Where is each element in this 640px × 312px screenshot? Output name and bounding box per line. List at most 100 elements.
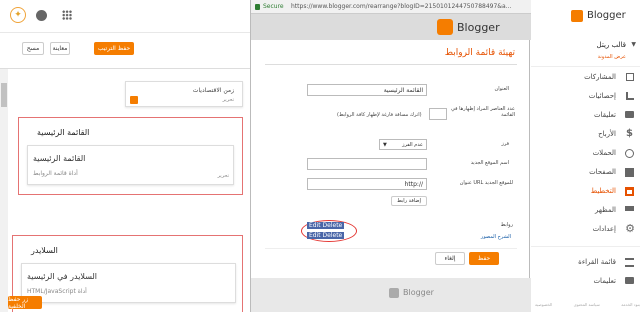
new-site-url-input[interactable]: http:// [307, 178, 427, 190]
sidebar-item-theme[interactable]: المظهر [531, 203, 640, 219]
sidebar-item-layout[interactable]: التخطيط [531, 184, 640, 200]
max-items-input[interactable] [429, 108, 447, 120]
sidebar-item-label: التخطيط [590, 187, 616, 195]
lock-icon [255, 4, 260, 10]
footer-link[interactable]: بنود الخدمة [621, 302, 640, 310]
popup-header: Blogger [251, 14, 531, 40]
gadget-edit-link[interactable]: تحرير [217, 173, 229, 179]
save-background-button[interactable]: زر حفظ الخلفية [8, 296, 42, 310]
sidebar-item-label: المظهر [595, 206, 616, 214]
preview-button[interactable]: معاينة [50, 42, 70, 55]
comments-icon [625, 111, 634, 118]
blog-name[interactable]: قالب ريتل [597, 41, 626, 49]
new-site-name-label: اسم الموقع الجديد [470, 160, 509, 166]
view-blog-link[interactable]: عرض المدونة [598, 54, 626, 60]
links-label: روابط [500, 222, 513, 228]
edit-delete-link-1[interactable]: Edit Delete [307, 222, 345, 229]
stats-gadget[interactable]: زمن الاقتصاديات تحرير [125, 81, 243, 107]
blog-logo-icon[interactable]: ✦ [10, 7, 26, 23]
sidebar-item-settings[interactable]: إعدادات ⚙ [531, 222, 640, 238]
sidebar-item-label: قائمة القراءة [578, 258, 616, 266]
account-circle-icon[interactable] [36, 10, 47, 21]
configure-popup-window: Secure https://www.blogger.com/rearrange… [250, 0, 531, 312]
save-arrangement-button[interactable]: حفظ الترتيب [94, 42, 134, 55]
chevron-down-icon[interactable]: ▼ [631, 41, 636, 48]
sidebar-item-pages[interactable]: الصفحات [531, 165, 640, 181]
sidebar-item-label: تعليمات [593, 277, 616, 285]
sidebar-item-label: الحملات [592, 149, 616, 157]
section-title: السلايدر [31, 246, 58, 255]
main-list-section: القائمة الرئيسية القائمة الرئيسية أداة ق… [18, 117, 243, 195]
popup-save-button[interactable]: حفظ [469, 252, 499, 265]
popup-brand: Blogger [457, 21, 500, 34]
layout-canvas: زمن الاقتصاديات تحرير القائمة الرئيسية ا… [0, 68, 250, 312]
sidebar-item-label: المشاركات [584, 73, 616, 81]
sidebar-footer: الخصوصية سياسة المحتوى بنود الخدمة [535, 302, 640, 310]
campaigns-icon [625, 149, 634, 158]
link-item-label: الشرح المصور [480, 234, 511, 240]
gadget-edit-link[interactable]: تحرير [222, 97, 234, 103]
popup-page-title: تهيئة قائمة الروابط [444, 48, 515, 58]
help-icon [625, 277, 634, 284]
footer-link[interactable]: سياسة المحتوى [574, 302, 600, 310]
new-site-name-input[interactable] [307, 158, 427, 170]
slider-section: السلايدر السلايدر في الرئيسية HTML/JavaS… [12, 235, 243, 312]
earnings-icon: $ [626, 128, 633, 139]
page: ✦ مسح معاينة حفظ الترتيب زمن الاقتصاديات… [0, 0, 640, 312]
sidebar-item-label: إحصائيات [588, 92, 616, 100]
stats-icon [626, 92, 634, 100]
sidebar-brand: Blogger [587, 10, 626, 21]
top-bar: ✦ [0, 0, 250, 33]
sort-value: عدم الفرز [402, 141, 423, 148]
gadget-subtitle: HTML/JavaScript أداة [27, 288, 87, 295]
sidebar-divider [531, 246, 640, 247]
scrollbar[interactable] [0, 69, 8, 312]
sort-select[interactable]: ▼ عدم الفرز [379, 139, 427, 150]
gadget-subtitle: أداة قائمة الروابط [33, 170, 78, 177]
gadget-title: السلايدر في الرئيسية [27, 272, 97, 281]
sidebar-item-earnings[interactable]: الأرباح $ [531, 127, 640, 143]
title-label: العنوان [494, 86, 509, 92]
right-sidebar: Blogger قالب ريتل ▼ عرض المدونة المشاركا… [531, 0, 640, 312]
sidebar-item-label: الصفحات [589, 168, 616, 176]
edit-delete-link-2[interactable]: Edit Delete [307, 232, 345, 239]
sidebar-item-comments[interactable]: تعليقات [531, 108, 640, 124]
sidebar-item-label: الأرباح [598, 130, 616, 138]
blogger-logo-icon [130, 96, 138, 104]
blogger-logo-icon [437, 19, 453, 35]
popup-cancel-button[interactable]: إلغاء [435, 252, 465, 265]
theme-icon [625, 206, 634, 211]
sidebar-item-posts[interactable]: المشاركات [531, 70, 640, 86]
sidebar-item-reading-list[interactable]: قائمة القراءة [531, 255, 640, 271]
sidebar-item-stats[interactable]: إحصائيات [531, 89, 640, 105]
slider-gadget[interactable]: السلايدر في الرئيسية HTML/JavaScript أدا… [21, 263, 236, 303]
main-list-gadget[interactable]: القائمة الرئيسية أداة قائمة الروابط تحري… [27, 145, 234, 185]
secure-label: Secure [263, 3, 284, 10]
sidebar-divider [531, 66, 640, 67]
section-title: القائمة الرئيسية [37, 128, 90, 137]
sidebar-item-help[interactable]: تعليمات [531, 274, 640, 290]
sidebar-item-label: تعليقات [593, 111, 616, 119]
title-divider [265, 64, 517, 65]
posts-icon [626, 73, 634, 81]
scrollbar-thumb[interactable] [1, 83, 7, 107]
popup-footer: Blogger [251, 278, 531, 312]
sidebar-item-campaigns[interactable]: الحملات [531, 146, 640, 162]
max-items-hint: (اترك مسافة فارغة لإظهار كافة الروابط) [337, 112, 422, 118]
clear-button[interactable]: مسح [22, 42, 44, 55]
footer-brand: Blogger [403, 288, 434, 297]
blogger-logo-icon [571, 10, 583, 22]
title-input[interactable]: القائمة الرئيسية [307, 84, 427, 96]
apps-grid-icon[interactable] [62, 10, 72, 20]
address-bar: Secure https://www.blogger.com/rearrange… [251, 0, 531, 14]
sort-label: فرز [501, 141, 509, 147]
sidebar-item-label: إعدادات [592, 225, 616, 233]
footer-link[interactable]: الخصوصية [535, 302, 552, 310]
new-site-url-label: عنوان URL للموقع الجديد [459, 180, 513, 186]
layout-icon [625, 187, 634, 196]
reading-list-icon [625, 258, 634, 267]
left-layout-editor: ✦ مسح معاينة حفظ الترتيب زمن الاقتصاديات… [0, 0, 250, 312]
url-text[interactable]: https://www.blogger.com/rearrange?blogID… [291, 3, 527, 10]
add-link-button[interactable]: إضافة رابط [391, 196, 427, 206]
chevron-down-icon: ▼ [383, 141, 387, 148]
